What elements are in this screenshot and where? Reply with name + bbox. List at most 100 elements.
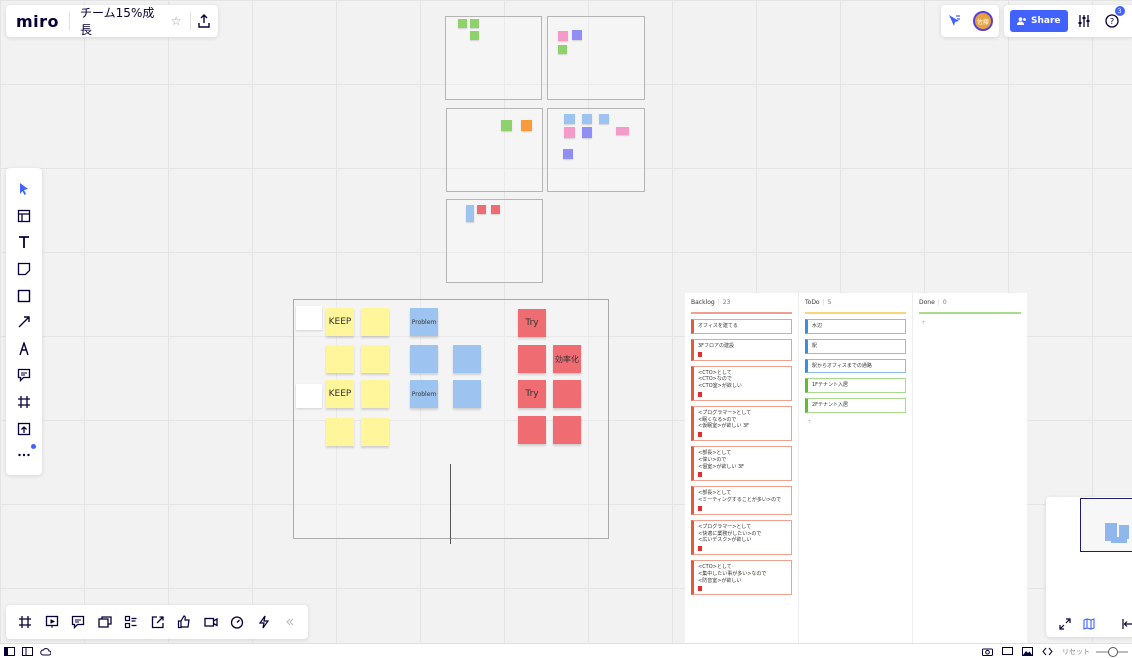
sticky-try[interactable]: Try bbox=[518, 380, 546, 408]
pen-icon[interactable] bbox=[10, 336, 38, 363]
zoom-slider-knob[interactable] bbox=[1108, 646, 1118, 657]
kanban-card[interactable]: オフィスを建てる bbox=[691, 319, 792, 334]
sticky-note[interactable] bbox=[470, 31, 479, 40]
fullscreen-icon[interactable] bbox=[1056, 615, 1074, 633]
sticky-note[interactable] bbox=[361, 418, 389, 446]
sticky-note[interactable] bbox=[572, 30, 582, 40]
sticky-note[interactable] bbox=[458, 19, 467, 28]
sticky-note[interactable] bbox=[361, 308, 389, 336]
presentation-icon[interactable] bbox=[39, 609, 66, 635]
screenshot-icon[interactable] bbox=[978, 644, 996, 658]
zoom-slider[interactable] bbox=[1096, 646, 1128, 657]
kanban-card[interactable]: <CTO>として <CTO>なので <CTO室>が欲しい bbox=[691, 365, 792, 401]
sticky-note[interactable] bbox=[564, 127, 575, 138]
follow-cursor-icon[interactable] bbox=[947, 12, 961, 31]
minimap-viewport[interactable] bbox=[1080, 498, 1132, 552]
avatar[interactable]: 佐藤 bbox=[973, 11, 993, 31]
kanban-card[interactable]: <部長>として <偉い>ので <個室>が欲しい 3F bbox=[691, 446, 792, 482]
sticky-try[interactable]: Try bbox=[518, 309, 546, 337]
present-icon[interactable] bbox=[998, 644, 1016, 658]
code-icon[interactable] bbox=[1038, 644, 1056, 658]
kanban-card[interactable]: <部長>として <ミーティングすることが多い>ので bbox=[691, 486, 792, 515]
sticky-note[interactable] bbox=[326, 418, 354, 446]
help-icon[interactable]: ? 3 bbox=[1100, 6, 1125, 33]
frame-4[interactable] bbox=[547, 108, 645, 192]
sticky-efficiency[interactable]: 効率化 bbox=[553, 345, 581, 373]
cards-icon[interactable] bbox=[92, 609, 119, 635]
connector-icon[interactable] bbox=[10, 309, 38, 336]
sticky-note[interactable] bbox=[553, 416, 581, 444]
upload-icon[interactable] bbox=[10, 415, 38, 442]
settings-sliders-icon[interactable] bbox=[1072, 9, 1096, 33]
add-card-button[interactable]: + bbox=[919, 319, 1021, 326]
kanban-card[interactable]: <プログラマー>として <眠くなる>ので <仮眠室>が欲しい 3F bbox=[691, 405, 792, 441]
sticky-note[interactable] bbox=[582, 114, 592, 124]
zoom-reset-label[interactable]: リセット bbox=[1058, 647, 1094, 657]
sticky-note[interactable] bbox=[361, 380, 389, 408]
kanban-card[interactable]: 水辺 bbox=[805, 319, 906, 334]
sticky-note[interactable] bbox=[466, 205, 474, 222]
sticky-note-icon[interactable] bbox=[10, 256, 38, 283]
sticky-keep[interactable]: KEEP bbox=[326, 380, 354, 408]
sticky-note[interactable] bbox=[453, 345, 481, 373]
more-tools-icon[interactable] bbox=[10, 442, 38, 469]
sticky-note[interactable] bbox=[518, 345, 546, 373]
image-icon[interactable] bbox=[1018, 644, 1036, 658]
sticky-note[interactable] bbox=[558, 31, 568, 41]
sticky-keep[interactable]: KEEP bbox=[326, 308, 354, 336]
kanban-card[interactable]: 2Fテナント入居 bbox=[805, 398, 906, 413]
frame-5[interactable] bbox=[446, 199, 543, 283]
frames-icon[interactable] bbox=[12, 609, 39, 635]
list-icon[interactable] bbox=[118, 609, 145, 635]
sticky-note[interactable] bbox=[410, 345, 438, 373]
sidebar-toggle-icon[interactable] bbox=[0, 644, 18, 658]
add-card-button[interactable]: + bbox=[805, 418, 906, 425]
sticky-note[interactable] bbox=[518, 416, 546, 444]
kanban-card[interactable]: <プログラマー>として <快適に業務がしたい>ので <広いデスク>が欲しい bbox=[691, 519, 792, 555]
text-icon[interactable] bbox=[10, 229, 38, 256]
kanban-card[interactable]: 駅 bbox=[805, 338, 906, 354]
map-icon[interactable] bbox=[1080, 615, 1098, 633]
integrations-icon[interactable] bbox=[251, 609, 278, 635]
connector-line[interactable] bbox=[450, 464, 451, 544]
kanban-board[interactable]: Backlog | 23 オフィスを建てる 3Fフロアの建設 <CTO>として <C… bbox=[685, 293, 1027, 645]
timer-icon[interactable] bbox=[224, 609, 251, 635]
share-screen-icon[interactable] bbox=[145, 609, 172, 635]
frame-1[interactable] bbox=[445, 16, 542, 100]
sticky-note[interactable] bbox=[616, 127, 629, 135]
select-icon[interactable] bbox=[10, 176, 38, 203]
comment-icon[interactable] bbox=[10, 362, 38, 389]
fit-icon[interactable] bbox=[1118, 615, 1132, 633]
sticky-note[interactable] bbox=[599, 114, 609, 124]
cloud-icon[interactable] bbox=[36, 644, 54, 658]
sticky-note[interactable] bbox=[558, 45, 567, 54]
share-button[interactable]: Share bbox=[1010, 10, 1068, 32]
collapse-icon[interactable] bbox=[277, 609, 304, 635]
sticky-note[interactable] bbox=[563, 149, 573, 159]
sticky-problem[interactable]: Problem bbox=[410, 380, 438, 408]
frame-2[interactable] bbox=[547, 16, 645, 100]
sticky-note[interactable] bbox=[453, 380, 481, 408]
sticky-note[interactable] bbox=[582, 127, 592, 138]
sticky-note[interactable] bbox=[326, 345, 354, 373]
kanban-card[interactable]: 3Fフロアの建設 bbox=[691, 338, 792, 361]
sticky-note[interactable] bbox=[521, 120, 532, 131]
sticky-note[interactable] bbox=[361, 345, 389, 373]
video-chat-icon[interactable] bbox=[198, 609, 225, 635]
sticky-note[interactable] bbox=[501, 120, 512, 131]
frame-3[interactable] bbox=[446, 108, 543, 192]
sticky-note[interactable] bbox=[477, 205, 486, 214]
star-icon[interactable]: ☆ bbox=[171, 14, 190, 28]
kanban-card[interactable]: <CTO>として <集中したい事が多い>なので <防音室>が欲しい bbox=[691, 560, 792, 596]
frame-icon[interactable] bbox=[10, 389, 38, 416]
comments-icon[interactable] bbox=[65, 609, 92, 635]
sticky-note[interactable] bbox=[553, 380, 581, 408]
templates-icon[interactable] bbox=[10, 203, 38, 230]
layout-icon[interactable] bbox=[18, 644, 36, 658]
miro-logo[interactable]: miro bbox=[6, 12, 69, 31]
sticky-note[interactable] bbox=[564, 114, 575, 124]
minimap[interactable] bbox=[1046, 497, 1132, 637]
board-title[interactable]: チーム15%成長 bbox=[70, 4, 171, 38]
kanban-card[interactable]: 駅からオフィスまでの通路 bbox=[805, 358, 906, 374]
sticky-note[interactable] bbox=[491, 205, 500, 214]
